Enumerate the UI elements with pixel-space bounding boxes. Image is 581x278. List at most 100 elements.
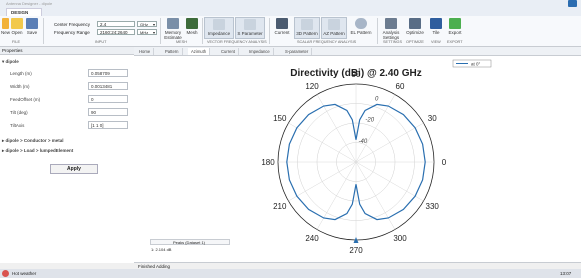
current-button[interactable]: Current bbox=[271, 18, 293, 35]
memory-estimate-label: Memory Estimate bbox=[164, 30, 182, 40]
width-label: Width (m) bbox=[10, 84, 30, 89]
radial-tick-label: -20 bbox=[365, 118, 374, 124]
group-label: INPUT bbox=[95, 40, 107, 44]
el-pattern-button[interactable]: EL Pattern bbox=[348, 18, 374, 35]
center-frequency-unit: GHz bbox=[140, 22, 148, 27]
export-icon bbox=[449, 18, 461, 29]
taskbar: Hot weather 13:07 bbox=[0, 269, 581, 278]
tab-pattern[interactable]: Pattern bbox=[162, 48, 183, 55]
radial-tick-label: 0 bbox=[375, 96, 379, 102]
frequency-range-input[interactable]: 2160:24:2640 bbox=[97, 29, 135, 35]
3d-pattern-button[interactable]: 3D Pattern bbox=[294, 17, 320, 39]
angle-tick-label: 300 bbox=[393, 234, 407, 243]
frequency-range-label: Frequency Range bbox=[54, 30, 90, 35]
length-input[interactable]: 0.058709 bbox=[88, 69, 128, 77]
az-pattern-label: AZ Pattern bbox=[323, 31, 345, 36]
polar-spoke bbox=[355, 161, 424, 202]
tab-design[interactable]: DESIGN bbox=[6, 8, 42, 16]
section-conductor[interactable]: ▸ dipole > Conductor > metal bbox=[2, 138, 64, 144]
section-conductor-label: dipole > Conductor > metal bbox=[5, 138, 64, 143]
new-button[interactable]: New bbox=[1, 18, 11, 35]
el-pattern-icon bbox=[355, 18, 367, 29]
weather-text[interactable]: Hot weather bbox=[12, 271, 36, 276]
mesh-label: Mesh bbox=[186, 30, 198, 35]
help-icon[interactable] bbox=[568, 0, 577, 7]
new-icon bbox=[1, 18, 9, 29]
angle-tick-label: 270 bbox=[349, 246, 363, 255]
tab-home[interactable]: Home bbox=[136, 48, 155, 55]
angle-tick-label: 60 bbox=[396, 82, 405, 91]
current-label: Current bbox=[274, 30, 290, 35]
section-dipole[interactable]: ▾ dipole bbox=[2, 59, 19, 65]
memory-icon bbox=[167, 18, 179, 29]
tilt-input[interactable]: 90 bbox=[88, 108, 128, 116]
tab-current[interactable]: Current bbox=[218, 48, 239, 55]
section-load[interactable]: ▸ dipole > Load > lumpedElement bbox=[2, 148, 73, 154]
center-frequency-label: Center Frequency bbox=[54, 22, 91, 27]
angle-tick-label: 150 bbox=[273, 114, 287, 123]
export-button[interactable]: Export bbox=[446, 18, 464, 35]
optimize-icon bbox=[409, 18, 421, 29]
center-frequency-input[interactable]: 2.4 bbox=[97, 21, 135, 27]
group-label: VIEW bbox=[431, 40, 441, 44]
mesh-button[interactable]: Mesh bbox=[184, 18, 200, 35]
group-label: SETTINGS bbox=[383, 40, 402, 44]
impedance-button[interactable]: Impedance bbox=[204, 17, 234, 39]
angle-tick-label: 30 bbox=[428, 114, 437, 123]
section-dipole-label: dipole bbox=[5, 59, 19, 64]
az-pattern-icon bbox=[328, 19, 340, 30]
analysis-settings-button[interactable]: Analysis Settings bbox=[380, 18, 402, 40]
group-label: MESH bbox=[176, 40, 187, 44]
chevron-down-icon: ▾ bbox=[152, 30, 155, 35]
window-title: Antenna Designer - dipole bbox=[6, 1, 53, 6]
tiltaxis-input[interactable]: [1 1 0] bbox=[88, 121, 128, 129]
tilt-label: Tilt (deg) bbox=[10, 110, 28, 115]
radial-tick-label: -40 bbox=[359, 139, 368, 145]
open-label: Open bbox=[11, 30, 23, 35]
tab-s-parameter[interactable]: S-parameter bbox=[282, 48, 313, 55]
new-label: New bbox=[1, 30, 11, 35]
apply-button[interactable]: Apply bbox=[50, 164, 98, 174]
section-load-label: dipole > Load > lumpedElement bbox=[5, 148, 74, 153]
tab-azimuth[interactable]: Azimuth bbox=[188, 48, 211, 55]
angle-tick-label: 330 bbox=[426, 202, 440, 211]
save-button[interactable]: Save bbox=[25, 18, 39, 35]
width-input[interactable]: 0.0013481 bbox=[88, 82, 128, 90]
status-bar: Finished Adding bbox=[134, 262, 581, 269]
peaks-value: 1: 2.104 dB bbox=[151, 247, 172, 252]
group-label: OPTIMIZE bbox=[406, 40, 424, 44]
ribbon-divider bbox=[160, 18, 161, 44]
polar-spoke bbox=[288, 122, 357, 163]
3d-pattern-label: 3D Pattern bbox=[296, 31, 318, 36]
s-parameter-button[interactable]: S Parameter bbox=[235, 17, 265, 39]
az-pattern-button[interactable]: AZ Pattern bbox=[321, 17, 347, 39]
tile-button[interactable]: Tile bbox=[428, 18, 444, 35]
tiltaxis-label: TiltAxis bbox=[10, 123, 25, 128]
properties-title: Properties bbox=[2, 48, 23, 53]
title-bar: Antenna Designer - dipole bbox=[0, 0, 581, 8]
open-button[interactable]: Open bbox=[10, 18, 24, 35]
tab-impedance[interactable]: Impedance bbox=[246, 48, 274, 55]
folder-icon bbox=[11, 18, 23, 29]
optimize-button[interactable]: Optimize bbox=[404, 18, 426, 35]
settings-icon bbox=[385, 18, 397, 29]
polar-spoke bbox=[288, 161, 357, 202]
legend: at 0° bbox=[452, 59, 492, 68]
angle-tick-label: 210 bbox=[273, 202, 287, 211]
properties-pane bbox=[0, 47, 135, 263]
ribbon-divider bbox=[269, 18, 270, 44]
s-parameter-icon bbox=[244, 19, 256, 30]
chevron-down-icon: ▾ bbox=[152, 22, 155, 27]
3d-pattern-icon bbox=[301, 19, 313, 30]
feedoffset-input[interactable]: 0 bbox=[88, 95, 128, 103]
legend-label: at 0° bbox=[471, 62, 481, 67]
polar-chart: Directivity (dBi) @ 2.40 GHz at 0° 90603… bbox=[261, 59, 492, 255]
frequency-range-unit-select[interactable]: MHz ▾ bbox=[137, 29, 157, 35]
polar-grid: 90603003303002702402101801501200-20-40 bbox=[261, 70, 446, 255]
memory-estimate-button[interactable]: Memory Estimate bbox=[162, 18, 184, 40]
peaks-title: Peaks (Dataset 1) bbox=[173, 240, 206, 245]
frequency-range-unit: MHz bbox=[140, 30, 149, 35]
length-label: Length (m) bbox=[10, 71, 32, 76]
center-frequency-unit-select[interactable]: GHz ▾ bbox=[137, 21, 157, 27]
angle-tick-label: 180 bbox=[261, 158, 275, 167]
